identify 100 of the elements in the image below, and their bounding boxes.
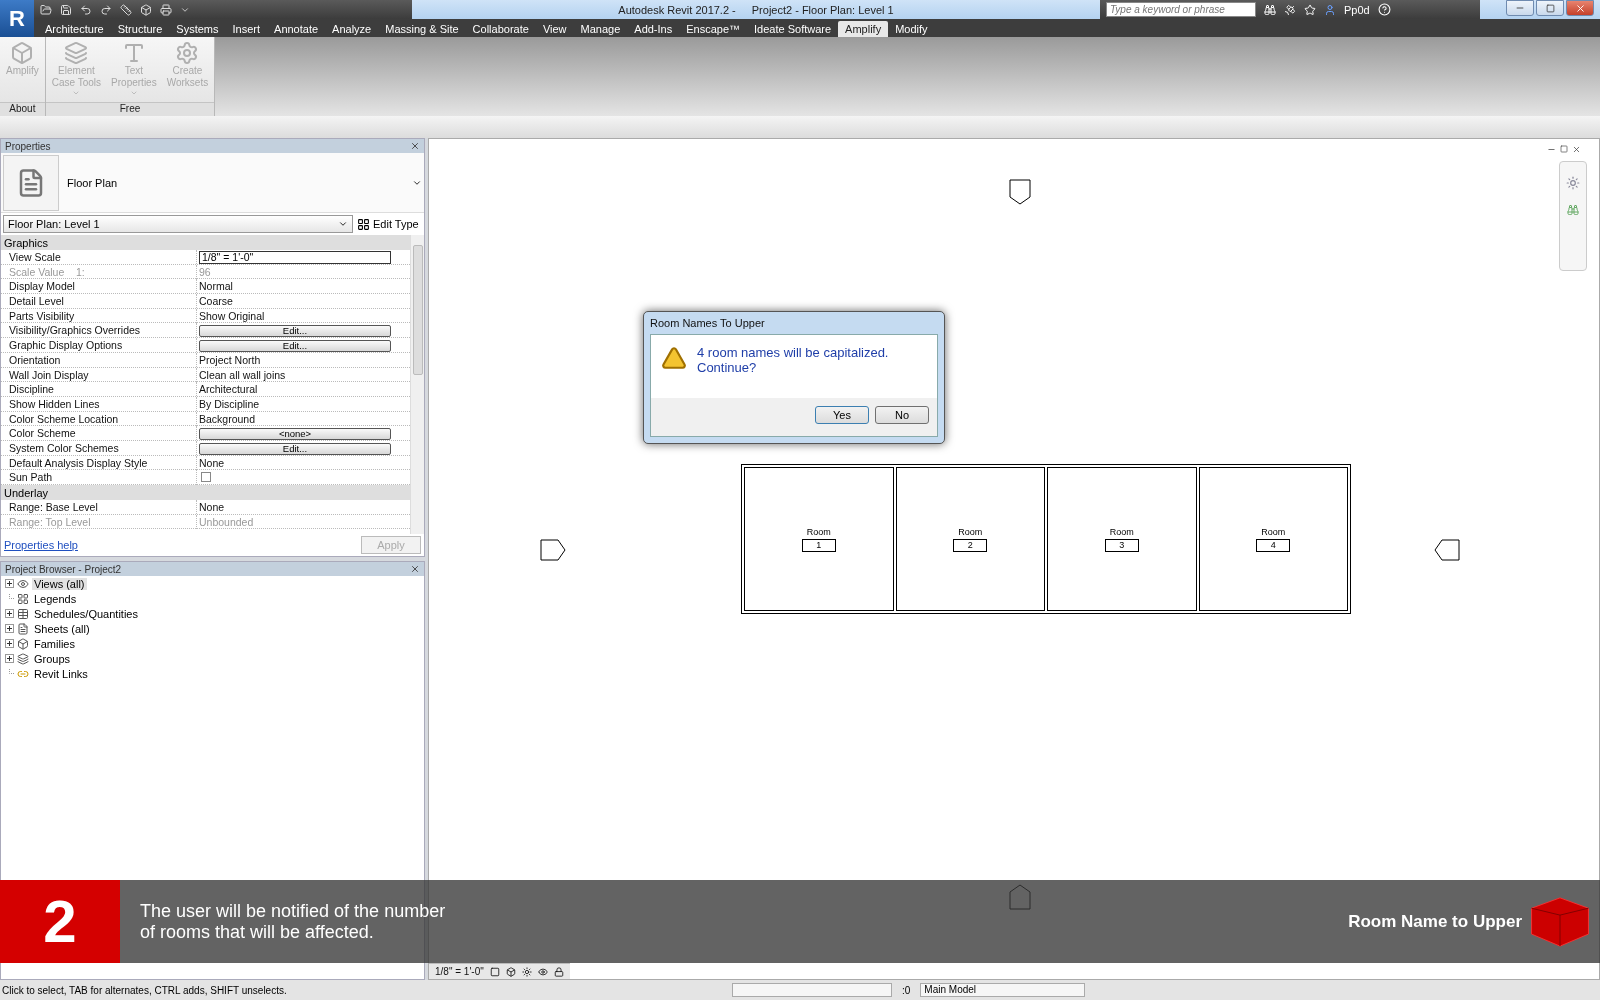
close-icon (1574, 2, 1586, 14)
app-logo[interactable]: R (0, 0, 34, 37)
group-header[interactable]: Graphics (1, 235, 410, 250)
group-header[interactable]: Underlay (1, 485, 410, 500)
ribbon-tab[interactable]: Enscape™ (679, 21, 748, 37)
property-value: None (199, 456, 225, 469)
tree-item-icon (17, 652, 29, 665)
close-icon[interactable] (410, 141, 420, 151)
property-value: By Discipline (199, 397, 260, 410)
close-button[interactable] (1566, 0, 1594, 16)
ribbon-tab[interactable]: Modify (888, 21, 935, 37)
zoom-icon[interactable] (1567, 204, 1579, 216)
property-value: Architectural (199, 383, 258, 396)
star-icon[interactable] (1304, 3, 1316, 16)
room-number: 4 (1256, 538, 1291, 552)
ribbon-tab[interactable]: Manage (573, 21, 628, 37)
expand-icon[interactable] (5, 579, 14, 588)
restore-icon[interactable] (1560, 145, 1568, 153)
ribbon-tab[interactable]: Massing & Site (378, 21, 466, 37)
maximize-button[interactable] (1536, 0, 1564, 16)
toolbar-icon[interactable] (60, 3, 72, 16)
ribbon-tab[interactable]: Systems (169, 21, 226, 37)
dialog-button[interactable]: Yes (815, 406, 869, 424)
view-control-icon[interactable] (489, 966, 500, 977)
tree-item[interactable]: Legends (32, 592, 79, 605)
property-label: Range: Base Level (1, 500, 197, 514)
tree-item[interactable]: Revit Links (32, 667, 90, 680)
expand-icon[interactable] (5, 654, 14, 663)
ribbon-tab[interactable]: Structure (110, 21, 170, 37)
ribbon-tab[interactable]: Architecture (38, 21, 111, 37)
property-value: Normal (199, 280, 233, 293)
search-icon[interactable] (1264, 3, 1276, 16)
view-scale[interactable]: 1/8" = 1'-0" (435, 966, 484, 977)
checkbox[interactable] (201, 472, 211, 483)
tree-item[interactable]: Families (32, 637, 77, 650)
scrollbar[interactable] (410, 235, 424, 534)
dialog-button[interactable]: No (875, 406, 929, 424)
toolbar-icon[interactable] (100, 3, 112, 16)
help-link[interactable]: Properties help (4, 539, 78, 551)
expand-icon[interactable] (5, 609, 14, 618)
view-control-icon[interactable] (537, 966, 548, 977)
ribbon-tab[interactable]: Collaborate (465, 21, 536, 37)
help-icon[interactable] (1377, 3, 1391, 16)
ribbon-tab[interactable]: Ideate Software (747, 21, 839, 37)
tree-item[interactable]: Groups (32, 652, 73, 665)
property-label: Display Model (1, 279, 197, 294)
toolbar-icon[interactable] (160, 3, 172, 16)
panel-title: Project Browser - Project2 (5, 563, 122, 575)
search-field[interactable]: Type a keyword or phrase (1106, 2, 1256, 17)
user-name[interactable]: Pp0d (1344, 3, 1370, 16)
ribbon-tab[interactable]: Analyze (325, 21, 379, 37)
ribbon-tab[interactable]: View (535, 21, 574, 37)
value-field[interactable]: 1/8" = 1'-0" (199, 250, 391, 264)
tree-item[interactable]: Schedules/Quantities (32, 607, 140, 620)
toolbar-icon[interactable] (120, 3, 132, 16)
ribbon-tab[interactable]: Add-Ins (627, 21, 680, 37)
selection-count: :0 (902, 984, 911, 996)
ribbon-tab[interactable]: Insert (225, 21, 268, 37)
view-control-icon[interactable] (505, 966, 516, 977)
toolbar-icon[interactable] (140, 3, 152, 16)
caret-icon (72, 89, 81, 97)
tree-item[interactable]: Sheets (all) (32, 622, 92, 635)
edit-type-button[interactable]: Edit Type (357, 217, 419, 231)
satellite-icon[interactable] (1284, 3, 1296, 16)
property-value: Show Original (199, 309, 265, 322)
edit-button[interactable]: Edit... (199, 340, 391, 353)
user-icon[interactable] (1324, 3, 1336, 16)
dialog-title: Room Names To Upper (650, 316, 766, 331)
property-label: System Color Schemes (1, 440, 197, 455)
view-control-icon[interactable] (553, 966, 564, 977)
edit-button[interactable]: <none> (199, 428, 391, 441)
close-icon[interactable] (410, 564, 420, 574)
app-title: Autodesk Revit 2017.2 - (618, 3, 736, 16)
elevation-marker-icon (1434, 539, 1460, 561)
property-label: Detail Level (1, 294, 197, 309)
property-label: Discipline (1, 382, 197, 397)
expand-icon[interactable] (5, 639, 14, 648)
wheel-icon[interactable] (1566, 176, 1580, 190)
ribbon-tab[interactable]: Amplify (838, 21, 889, 37)
caret-icon (338, 219, 348, 229)
edit-button[interactable]: Edit... (199, 442, 391, 455)
caption-text: The user will be notified of the number of rooms that will be affected. (140, 900, 447, 943)
tree-item[interactable]: Views (all) (32, 577, 87, 590)
caption-title: Room Name to Upper (1348, 911, 1522, 932)
property-label: Parts Visibility (1, 308, 197, 323)
workset-field[interactable] (732, 983, 892, 997)
edit-button[interactable]: Edit... (199, 325, 391, 338)
expand-icon[interactable] (5, 624, 14, 633)
model-field[interactable]: Main Model (920, 983, 1086, 997)
property-value: Project North (199, 353, 261, 366)
property-value: Coarse (199, 295, 233, 308)
view-control-icon[interactable] (521, 966, 532, 977)
toolbar-icon[interactable] (80, 3, 92, 16)
property-label: Graphic Display Options (1, 338, 197, 353)
ribbon-tab[interactable]: Annotate (267, 21, 326, 37)
type-selector[interactable]: Floor Plan: Level 1 (3, 215, 353, 233)
toolbar-icon[interactable] (40, 3, 52, 16)
close-icon[interactable] (1572, 145, 1581, 154)
minimize-button[interactable] (1506, 0, 1534, 16)
warning-icon (661, 345, 687, 371)
